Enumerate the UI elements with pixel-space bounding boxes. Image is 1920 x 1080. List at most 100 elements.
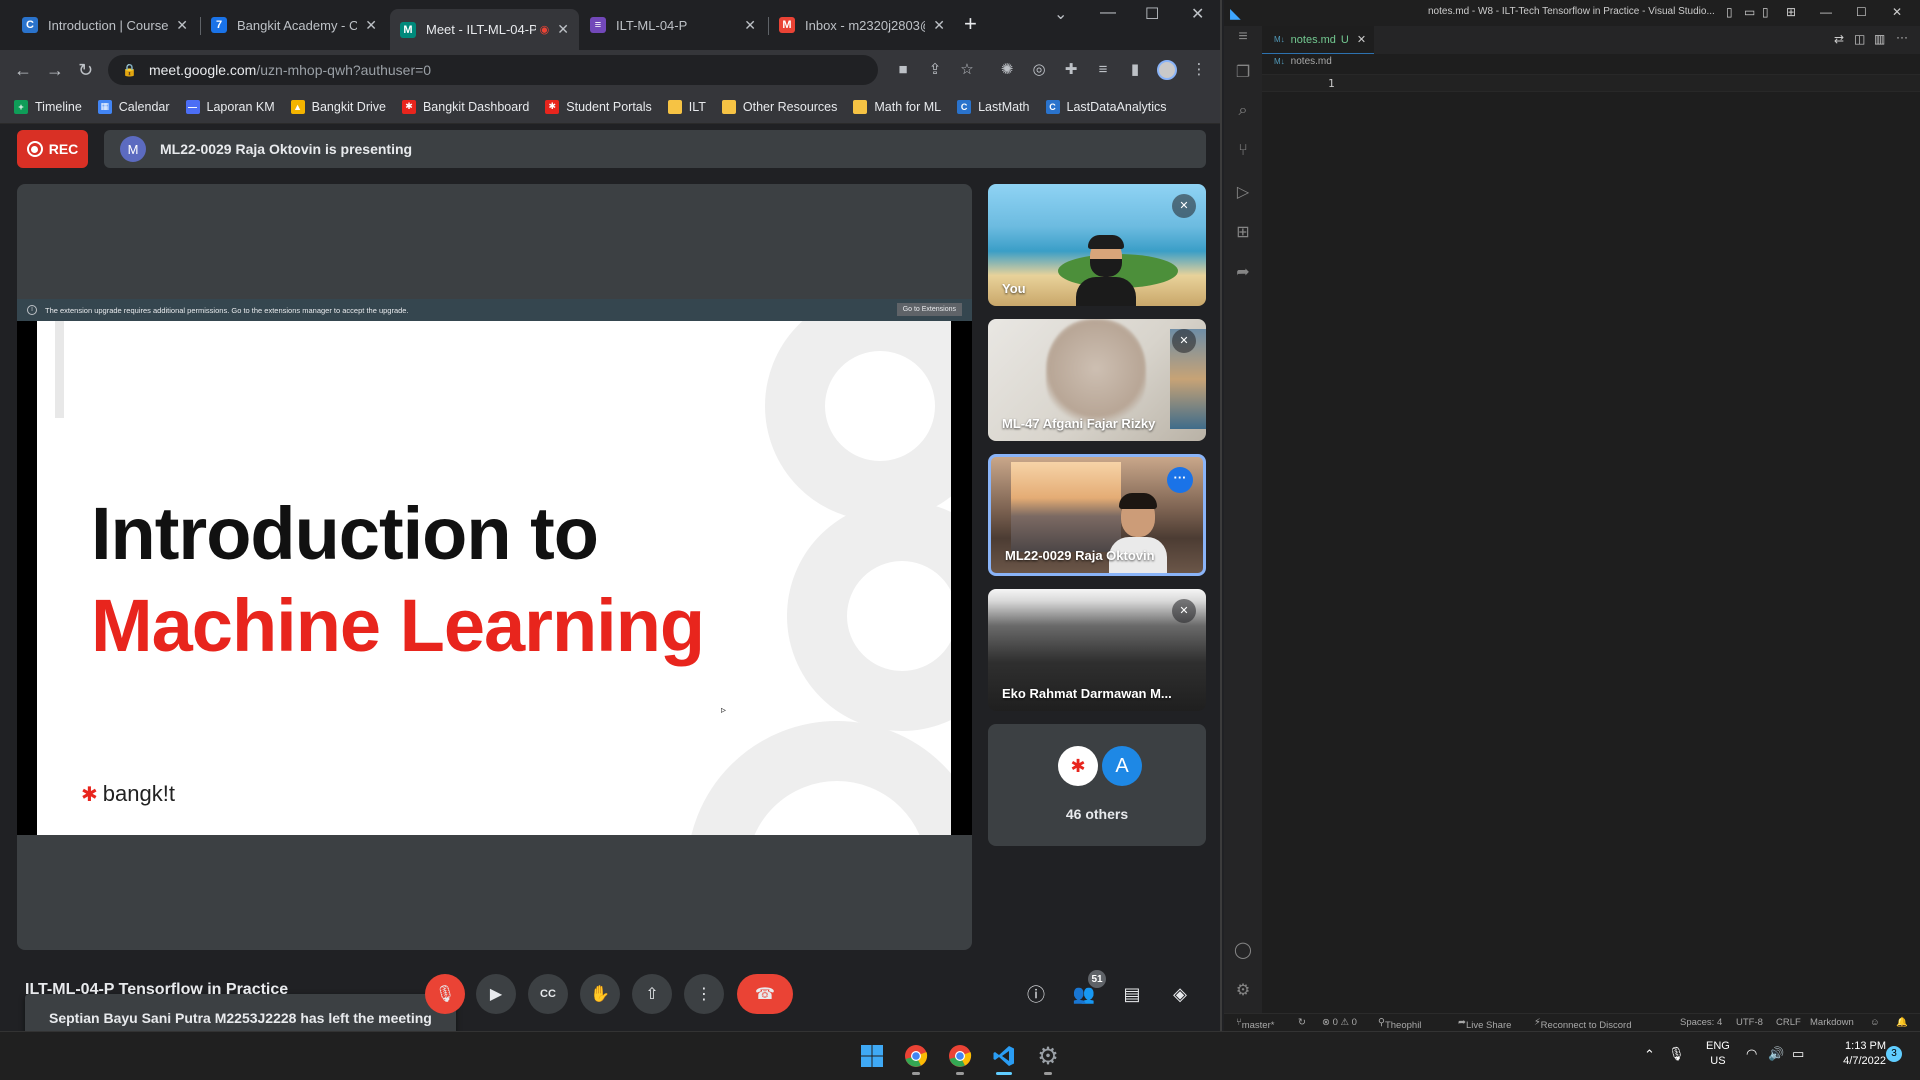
language-indicator[interactable]: ENG US bbox=[1706, 1039, 1730, 1069]
camera-button[interactable]: ▶ bbox=[476, 974, 516, 1014]
discord-status[interactable]: ⚡ Reconnect to Discord bbox=[1534, 1017, 1632, 1031]
notification-badge[interactable]: 3 bbox=[1886, 1046, 1902, 1062]
chat-button[interactable]: ▤ bbox=[1112, 974, 1152, 1014]
chevron-up-icon[interactable]: ⌃ bbox=[1644, 1047, 1655, 1063]
mic-off-button[interactable]: 🎙 bbox=[425, 974, 465, 1014]
indentation-indicator[interactable]: Spaces: 4 bbox=[1680, 1017, 1722, 1028]
language-indicator[interactable]: Markdown bbox=[1810, 1017, 1854, 1028]
forward-icon[interactable]: → bbox=[46, 60, 64, 81]
tab-notes-md[interactable]: M↓ notes.md U ✕ bbox=[1262, 26, 1374, 54]
layout-icon[interactable]: ▯ bbox=[1726, 5, 1733, 19]
back-icon[interactable]: ← bbox=[14, 60, 32, 81]
layout-icon[interactable]: ▯ bbox=[1762, 5, 1769, 19]
wifi-icon[interactable]: ◠ bbox=[1746, 1046, 1757, 1062]
bookmark-item[interactable]: Math for ML bbox=[853, 99, 941, 114]
run-debug-icon[interactable]: ▷ bbox=[1233, 182, 1253, 202]
present-button[interactable]: ⇧ bbox=[632, 974, 672, 1014]
media-icon[interactable]: ≡ bbox=[1094, 61, 1112, 79]
minimize-button[interactable]: — bbox=[1100, 4, 1116, 22]
taskbar-vscode[interactable] bbox=[988, 1040, 1020, 1075]
split-editor-icon[interactable]: ▥ bbox=[1874, 32, 1885, 46]
tab-meet[interactable]: M Meet - ILT-ML-04-P ◉ ✕ bbox=[390, 9, 579, 50]
clock[interactable]: 1:13 PM 4/7/2022 bbox=[1826, 1039, 1886, 1069]
close-icon[interactable]: ✕ bbox=[744, 17, 756, 34]
go-to-extensions-button[interactable]: Go to Extensions bbox=[896, 303, 962, 316]
search-icon[interactable]: ⌕ bbox=[1233, 102, 1253, 122]
close-icon[interactable]: ✕ bbox=[176, 17, 188, 34]
extension-icon[interactable]: ✺ bbox=[998, 61, 1016, 79]
taskbar-chrome-profile[interactable] bbox=[900, 1040, 932, 1075]
captions-button[interactable]: CC bbox=[528, 974, 568, 1014]
notifications-icon[interactable]: 🔔 bbox=[1896, 1017, 1908, 1028]
sync-icon[interactable]: ↻ bbox=[1298, 1017, 1306, 1028]
bookmark-item[interactable]: ILT bbox=[667, 99, 706, 114]
bookmark-star-icon[interactable]: ☆ bbox=[958, 61, 976, 79]
volume-icon[interactable]: 🔊 bbox=[1768, 1046, 1784, 1062]
problems-indicator[interactable]: ⊗ 0 ⚠ 0 bbox=[1322, 1017, 1357, 1028]
source-control-icon[interactable]: ⑂ bbox=[1233, 142, 1253, 162]
address-bar[interactable]: 🔒 meet.google.com/uzn-mhop-qwh?authuser=… bbox=[108, 55, 878, 85]
tab-search-icon[interactable]: ⌄ bbox=[1054, 4, 1067, 24]
puzzle-icon[interactable]: ✚ bbox=[1062, 61, 1080, 79]
extensions-icon[interactable]: ⊞ bbox=[1233, 222, 1253, 242]
live-share-status[interactable]: ➦ Live Share bbox=[1458, 1017, 1511, 1031]
minimize-button[interactable]: — bbox=[1820, 5, 1832, 19]
bookmark-item[interactable]: + Timeline bbox=[14, 99, 82, 114]
activities-button[interactable]: ◈ bbox=[1160, 974, 1200, 1014]
close-icon[interactable]: ✕ bbox=[365, 17, 377, 34]
more-options-button[interactable]: ⋮ bbox=[684, 974, 724, 1014]
preview-icon[interactable]: ◫ bbox=[1854, 32, 1865, 46]
microphone-icon[interactable]: 🎙 bbox=[1668, 1046, 1685, 1062]
raise-hand-button[interactable]: ✋ bbox=[580, 974, 620, 1014]
tab-calendar[interactable]: 7 Bangkit Academy - Cale ✕ bbox=[201, 9, 387, 41]
profile-avatar[interactable] bbox=[1157, 60, 1177, 80]
tab-coursera[interactable]: C Introduction | Coursera ✕ bbox=[12, 9, 198, 41]
tab-gmail[interactable]: M Inbox - m2320j2803@ ✕ bbox=[769, 9, 955, 41]
bookmark-item[interactable]: ✱ Student Portals bbox=[545, 99, 652, 114]
editor-current-line[interactable]: 1 bbox=[1262, 74, 1920, 92]
tab-form[interactable]: ≡ ILT-ML-04-P ✕ bbox=[580, 9, 766, 41]
feedback-icon[interactable]: ☺ bbox=[1870, 1017, 1880, 1028]
bookmark-item[interactable]: C LastDataAnalytics bbox=[1045, 99, 1167, 114]
close-icon[interactable]: ✕ bbox=[1357, 33, 1366, 46]
camera-icon[interactable]: ■ bbox=[894, 61, 912, 79]
participant-tile-afgani[interactable]: ✕ ML-47 Afgani Fajar Rizky bbox=[988, 319, 1206, 441]
leave-call-button[interactable]: ☎ bbox=[737, 974, 793, 1014]
git-branch[interactable]: ⑂ master* bbox=[1236, 1017, 1274, 1031]
bookmark-item[interactable]: ▦ Calendar bbox=[97, 99, 170, 114]
bookmark-item[interactable]: — Laporan KM bbox=[185, 99, 275, 114]
reload-icon[interactable]: ↻ bbox=[78, 60, 93, 81]
bookmark-item[interactable]: Other Resources bbox=[721, 99, 837, 114]
bookmark-item[interactable]: ▲ Bangkit Drive bbox=[290, 99, 386, 114]
close-icon[interactable]: ✕ bbox=[557, 21, 569, 38]
start-button[interactable] bbox=[856, 1040, 888, 1072]
taskbar-chrome[interactable] bbox=[944, 1040, 976, 1075]
settings-gear-icon[interactable]: ⚙ bbox=[1233, 980, 1253, 1000]
side-panel-icon[interactable]: ▮ bbox=[1126, 61, 1144, 79]
eol-indicator[interactable]: CRLF bbox=[1776, 1017, 1801, 1028]
more-actions-icon[interactable]: ··· bbox=[1896, 30, 1908, 44]
bookmark-item[interactable]: C LastMath bbox=[957, 99, 1030, 114]
taskbar-settings[interactable]: ⚙ bbox=[1032, 1040, 1064, 1075]
share-icon[interactable]: ⇪ bbox=[926, 61, 944, 79]
layout-icon[interactable]: ▭ bbox=[1744, 5, 1755, 19]
maximize-button[interactable]: ☐ bbox=[1856, 5, 1867, 19]
breadcrumb[interactable]: M↓ notes.md bbox=[1274, 56, 1332, 67]
encoding-indicator[interactable]: UTF-8 bbox=[1736, 1017, 1763, 1028]
explorer-icon[interactable]: ❐ bbox=[1233, 62, 1253, 82]
open-changes-icon[interactable]: ⇄ bbox=[1834, 32, 1844, 46]
menu-icon[interactable]: ≡ bbox=[1233, 28, 1253, 48]
layout-icon[interactable]: ⊞ bbox=[1786, 5, 1796, 19]
menu-icon[interactable]: ⋮ bbox=[1190, 61, 1208, 79]
bookmark-item[interactable]: ✱ Bangkit Dashboard bbox=[401, 99, 529, 114]
battery-icon[interactable]: ▭ bbox=[1792, 1046, 1804, 1062]
close-window-button[interactable]: ✕ bbox=[1892, 5, 1902, 19]
participant-tile-eko[interactable]: ✕ Eko Rahmat Darmawan M... bbox=[988, 589, 1206, 711]
close-window-button[interactable]: ✕ bbox=[1191, 4, 1204, 24]
close-icon[interactable]: ✕ bbox=[933, 17, 945, 34]
people-button[interactable]: 👥 51 bbox=[1064, 970, 1106, 1014]
participant-tile-you[interactable]: ✕ You bbox=[988, 184, 1206, 306]
maximize-button[interactable]: ☐ bbox=[1145, 4, 1159, 24]
user-indicator[interactable]: ⚲ Theophil bbox=[1378, 1017, 1421, 1031]
record-extension-icon[interactable]: ◎ bbox=[1030, 61, 1048, 79]
